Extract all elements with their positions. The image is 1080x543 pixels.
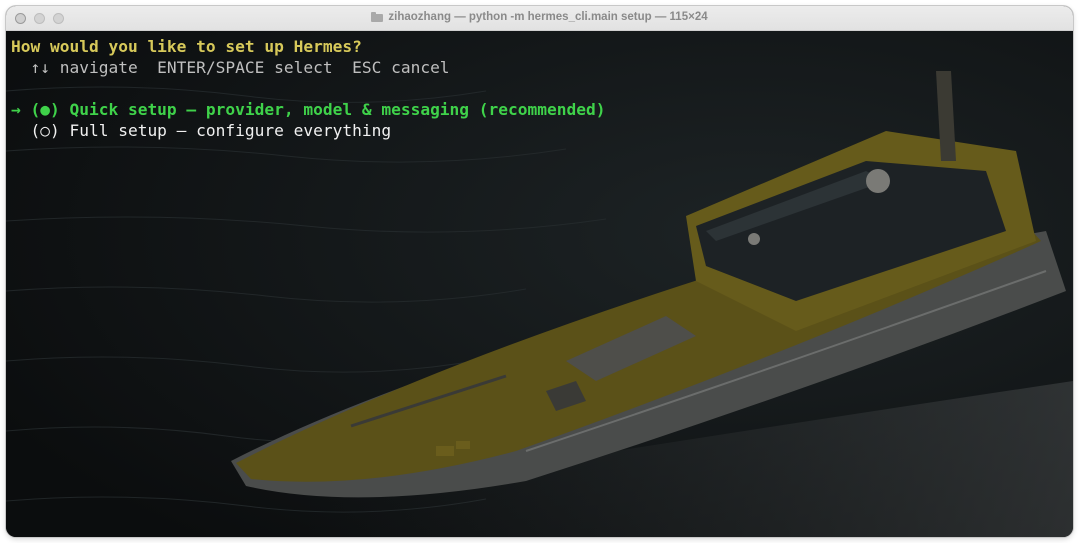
- terminal-text: How would you like to set up Hermes? ↑↓ …: [6, 31, 1073, 537]
- option-full-setup[interactable]: (○) Full setup — configure everything: [11, 120, 391, 141]
- title-bar[interactable]: zihaozhang — python -m hermes_cli.main s…: [6, 6, 1073, 31]
- setup-prompt: How would you like to set up Hermes?: [11, 37, 362, 56]
- folder-icon: [371, 12, 384, 22]
- option-quick-setup[interactable]: → (●) Quick setup — provider, model & me…: [11, 99, 606, 120]
- terminal-content[interactable]: How would you like to set up Hermes? ↑↓ …: [6, 31, 1073, 537]
- terminal-window: zihaozhang — python -m hermes_cli.main s…: [6, 6, 1073, 537]
- navigation-hint: ↑↓ navigate ENTER/SPACE select ESC cance…: [11, 58, 450, 77]
- window-title-text: zihaozhang — python -m hermes_cli.main s…: [388, 11, 708, 23]
- window-title: zihaozhang — python -m hermes_cli.main s…: [6, 11, 1073, 23]
